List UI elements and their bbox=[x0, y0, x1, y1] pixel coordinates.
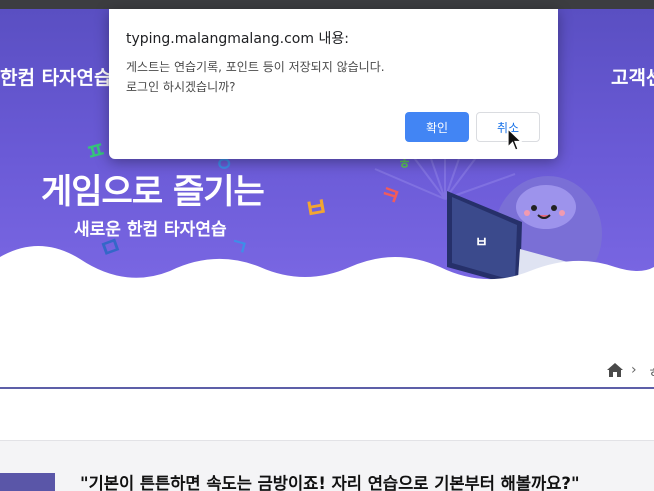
confirm-dialog: typing.malangmalang.com 내용: 게스트는 연습기록, 포… bbox=[109, 9, 558, 159]
svg-text:ㅂ: ㅂ bbox=[302, 192, 331, 226]
home-icon[interactable] bbox=[606, 362, 624, 382]
chevron-right-icon: › bbox=[631, 362, 637, 378]
hero-headline: 게임으로 즐기는 bbox=[41, 172, 265, 212]
svg-text:ㅎ: ㅎ bbox=[398, 157, 411, 173]
breadcrumb-current[interactable]: ㅎ bbox=[648, 362, 654, 381]
dialog-title: typing.malangmalang.com 내용: bbox=[126, 31, 349, 47]
svg-text:ㅂ: ㅂ bbox=[475, 235, 488, 251]
page: ㅍ ㅇ ㅋ ㅂ ㅎ ㅁ ㄱ ㅂ 한컴 타자연습 고객 게임으로 즐기는 새로운 … bbox=[0, 0, 654, 491]
dialog-message-line-2: 로그인 하시겠습니까? bbox=[126, 80, 236, 94]
mouse-cursor-icon bbox=[507, 128, 523, 151]
browser-toolbar-strip bbox=[0, 0, 654, 9]
lesson-quote: "기본이 튼튼하면 속도는 금방이죠! 자리 연습으로 기본부터 해볼까요?" bbox=[80, 474, 580, 491]
section-divider bbox=[0, 387, 654, 389]
dialog-message-line-1: 게스트는 연습기록, 포인트 등이 저장되지 않습니다. bbox=[126, 60, 385, 74]
svg-text:ㅍ: ㅍ bbox=[83, 137, 109, 166]
side-tab[interactable] bbox=[0, 473, 55, 491]
nav-customer-center[interactable]: 고객센 bbox=[611, 63, 654, 90]
svg-text:ㄱ: ㄱ bbox=[227, 233, 251, 261]
svg-text:ㅋ: ㅋ bbox=[376, 181, 404, 211]
site-logo-text[interactable]: 한컴 타자연습 bbox=[0, 63, 112, 90]
ok-button[interactable]: 확인 bbox=[405, 112, 469, 142]
hero-subheadline: 새로운 한컴 타자연습 bbox=[74, 220, 227, 240]
